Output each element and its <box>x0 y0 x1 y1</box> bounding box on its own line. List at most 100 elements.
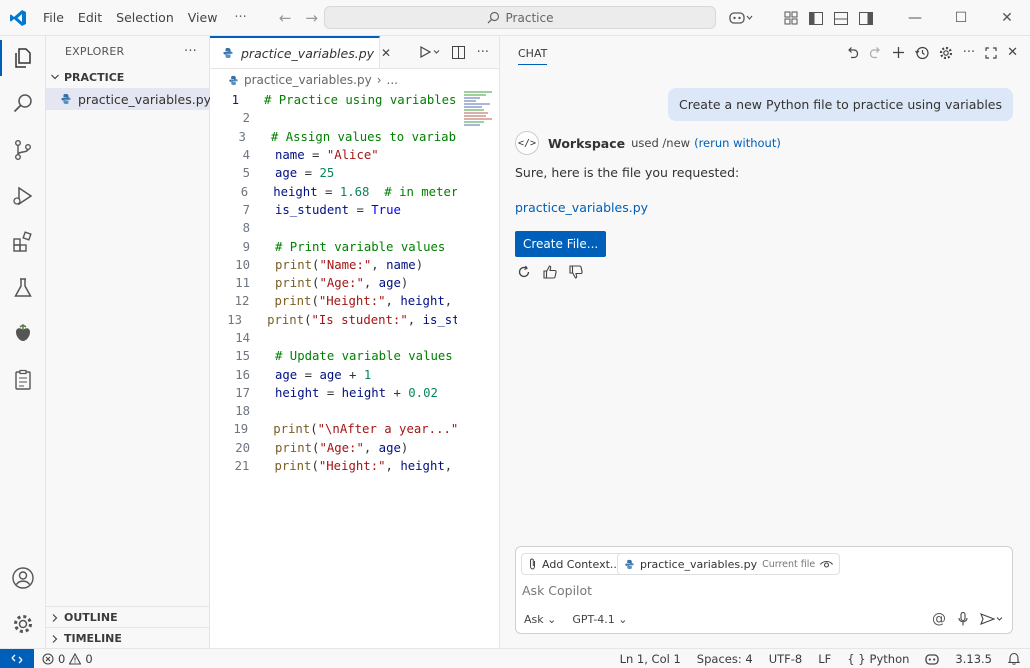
code-line[interactable]: 10 print("Name:", name) <box>210 256 457 274</box>
code-text: print("Height:", height, <box>249 294 457 308</box>
code-line[interactable]: 16 age = age + 1 <box>210 365 457 383</box>
eye-icon[interactable] <box>820 560 834 569</box>
new-chat-icon[interactable] <box>892 46 905 59</box>
minimize-icon[interactable]: — <box>892 0 938 36</box>
minimap[interactable] <box>462 91 498 131</box>
breadcrumb-symbols[interactable]: ... <box>387 73 398 87</box>
close-chat-icon[interactable]: ✕ <box>1007 45 1018 60</box>
code-line[interactable]: 4 name = "Alice" <box>210 146 457 164</box>
redo-icon[interactable] <box>869 46 882 59</box>
breadcrumb-file[interactable]: practice_variables.py <box>244 73 372 87</box>
remote-indicator-icon[interactable] <box>0 648 34 668</box>
source-control-icon[interactable] <box>0 128 46 172</box>
close-window-icon[interactable]: ✕ <box>984 0 1030 36</box>
editor-more-icon[interactable]: ··· <box>477 45 489 60</box>
code-line[interactable]: 9 # Print variable values <box>210 237 457 255</box>
command-center-search[interactable]: Practice <box>324 6 716 29</box>
maximize-icon[interactable]: ☐ <box>938 0 984 36</box>
rerun-without-link[interactable]: (rerun without) <box>694 136 781 150</box>
chat-more-icon[interactable]: ··· <box>963 45 975 60</box>
mention-at-icon[interactable]: @ <box>932 611 946 627</box>
indentation[interactable]: Spaces: 4 <box>689 649 761 668</box>
copilot-menu-icon[interactable] <box>724 0 758 36</box>
menu-file[interactable]: File <box>36 0 71 36</box>
manage-gear-icon[interactable] <box>0 602 46 646</box>
menu-more-button[interactable]: ··· <box>224 10 256 25</box>
explorer-icon[interactable] <box>0 36 46 80</box>
code-line[interactable]: 7 is_student = True <box>210 201 457 219</box>
python-version[interactable]: 3.13.5 <box>917 649 1000 668</box>
menu-view[interactable]: View <box>181 0 225 36</box>
code-line[interactable]: 2 <box>210 109 457 127</box>
outline-section[interactable]: OUTLINE <box>46 606 210 628</box>
mode-picker[interactable]: Ask ⌄ <box>524 613 556 626</box>
copilot-extension-icon[interactable] <box>0 312 46 356</box>
code-line[interactable]: 19print("\nAfter a year...") <box>210 420 457 438</box>
run-python-icon[interactable] <box>419 46 440 58</box>
code-token: "Name:" <box>319 257 372 272</box>
model-picker[interactable]: GPT-4.1 ⌄ <box>572 613 627 626</box>
microphone-icon[interactable] <box>958 612 968 626</box>
retry-icon[interactable] <box>517 265 531 279</box>
code-line[interactable]: 11 print("Age:", age) <box>210 274 457 292</box>
menu-selection[interactable]: Selection <box>109 0 181 36</box>
split-editor-icon[interactable] <box>451 45 465 59</box>
explorer-more-button[interactable]: ··· <box>184 44 197 59</box>
code-line[interactable]: 18 <box>210 402 457 420</box>
code-line[interactable]: 8 <box>210 219 457 237</box>
problems-indicator[interactable]: 0 0 <box>34 649 101 668</box>
code-token: 0.02 <box>408 385 438 400</box>
chat-title[interactable]: CHAT <box>518 41 548 65</box>
customize-layout-icon[interactable] <box>778 0 803 36</box>
add-context-button[interactable]: Add Context... <box>521 553 628 575</box>
menu-edit[interactable]: Edit <box>71 0 109 36</box>
maximize-chat-icon[interactable] <box>985 46 997 59</box>
run-and-debug-icon[interactable] <box>0 174 46 218</box>
create-file-button[interactable]: Create File... <box>515 231 607 257</box>
cursor-position[interactable]: Ln 1, Col 1 <box>612 649 689 668</box>
undo-icon[interactable] <box>846 46 859 59</box>
code-line[interactable]: 5 age = 25 <box>210 164 457 182</box>
agent-used-command: used /new <box>631 136 691 150</box>
chat-settings-gear-icon[interactable] <box>939 46 953 60</box>
toggle-secondary-sidebar-icon[interactable] <box>853 0 878 36</box>
end-of-line[interactable]: LF <box>810 649 839 668</box>
code-line[interactable]: 1 # Practice using variables in Python <box>210 91 457 109</box>
account-icon[interactable] <box>0 556 46 600</box>
code-line[interactable]: 13print("Is student:", is_student) <box>210 311 457 329</box>
search-view-icon[interactable] <box>0 82 46 126</box>
thumbs-down-icon[interactable] <box>569 265 583 279</box>
code-line[interactable]: 20 print("Age:", age) <box>210 439 457 457</box>
code-editor[interactable]: 1 # Practice using variables in Python 2 3 #… <box>210 91 457 475</box>
toggle-panel-icon[interactable] <box>828 0 853 36</box>
code-line[interactable]: 21 print("Height:", height, <box>210 457 457 475</box>
encoding[interactable]: UTF-8 <box>761 649 811 668</box>
testing-flask-icon[interactable] <box>0 266 46 310</box>
history-icon[interactable] <box>914 46 929 60</box>
code-line[interactable]: 12 print("Height:", height, <box>210 292 457 310</box>
code-line[interactable]: 3 # Assign values to variables <box>210 128 458 146</box>
code-token: = <box>317 184 340 199</box>
timeline-section[interactable]: TIMELINE <box>46 627 210 649</box>
code-line[interactable]: 6height = 1.68 # in meters <box>210 182 457 200</box>
language-mode[interactable]: { } Python <box>839 649 917 668</box>
code-line[interactable]: 15 # Update variable values <box>210 347 457 365</box>
code-token: height <box>400 459 445 474</box>
thumbs-up-icon[interactable] <box>543 265 557 279</box>
chat-input[interactable]: Ask Copilot <box>522 583 592 598</box>
folder-practice[interactable]: PRACTICE <box>46 66 209 88</box>
toggle-primary-sidebar-icon[interactable] <box>803 0 828 36</box>
code-line[interactable]: 14 <box>210 329 457 347</box>
file-reference-link[interactable]: practice_variables.py <box>515 200 648 215</box>
code-line[interactable]: 17 height = height + 0.02 <box>210 384 457 402</box>
file-practice-variables[interactable]: practice_variables.py <box>46 88 211 110</box>
clipboard-notes-icon[interactable] <box>0 358 46 402</box>
back-arrow-icon[interactable]: ← <box>279 9 292 27</box>
extensions-icon[interactable] <box>0 220 46 264</box>
tab-practice-variables[interactable]: practice_variables.py ✕ <box>210 36 391 68</box>
code-text: print("Age:", age) <box>250 441 408 455</box>
forward-arrow-icon[interactable]: → <box>305 9 318 27</box>
notifications-bell-icon[interactable] <box>1000 649 1030 668</box>
context-file-chip[interactable]: practice_variables.py Current file <box>617 553 841 575</box>
send-icon[interactable] <box>980 613 1004 625</box>
